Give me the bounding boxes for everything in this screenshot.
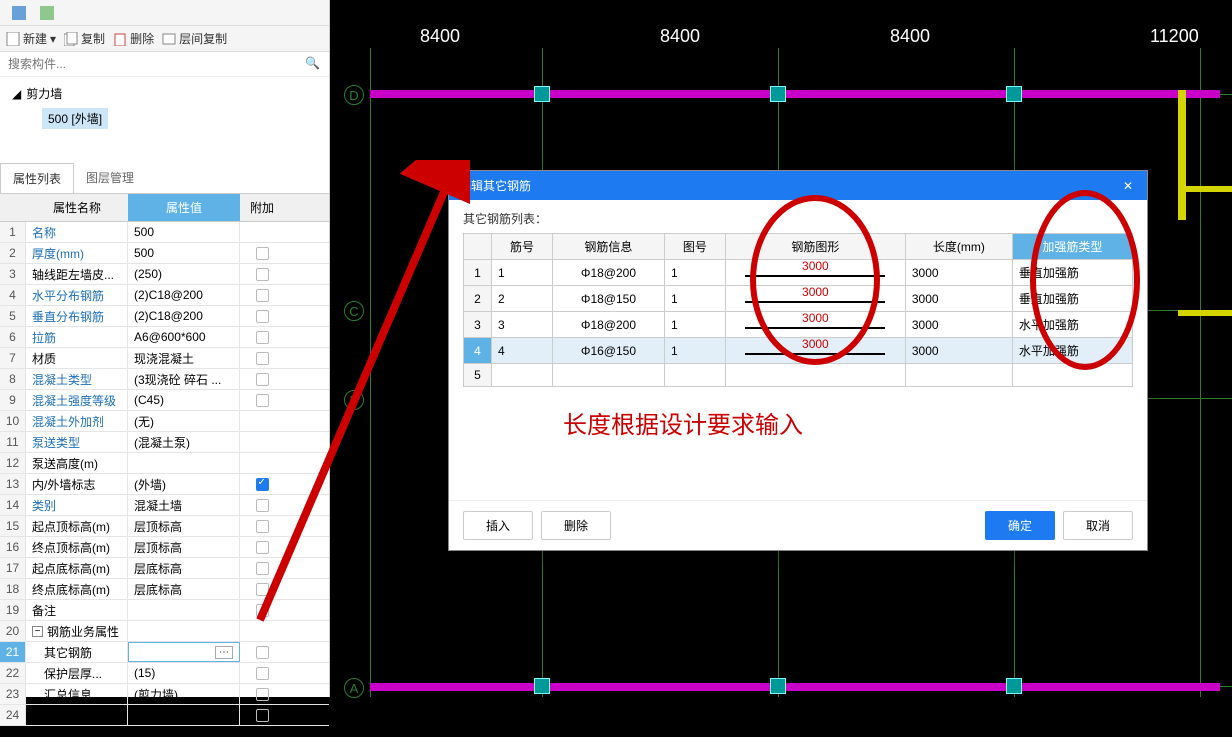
- dialog-caption: 其它钢筋列表：: [463, 210, 1133, 227]
- delete-button[interactable]: 删除: [113, 30, 154, 47]
- ok-button[interactable]: 确定: [985, 511, 1055, 540]
- checkbox[interactable]: [256, 562, 269, 575]
- checkbox[interactable]: [256, 541, 269, 554]
- prop-row[interactable]: 16终点顶标高(m)层顶标高: [0, 537, 329, 558]
- table-row[interactable]: 44Φ16@150130003000水平加强筋: [464, 338, 1133, 364]
- checkbox[interactable]: [256, 583, 269, 596]
- edit-rebar-dialog: 编辑其它钢筋 ✕ 其它钢筋列表： 筋号 钢筋信息 图号 钢筋图形 长度(mm) …: [448, 170, 1148, 551]
- dim-label: 11200: [1150, 26, 1199, 47]
- axis-label: C: [344, 301, 364, 321]
- tab-properties[interactable]: 属性列表: [0, 163, 74, 193]
- cancel-button[interactable]: 取消: [1063, 511, 1133, 540]
- table-row[interactable]: 5: [464, 364, 1133, 387]
- rebar-table[interactable]: 筋号 钢筋信息 图号 钢筋图形 长度(mm) 加强筋类型 11Φ18@20013…: [463, 233, 1133, 387]
- prop-row[interactable]: 17起点底标高(m)层底标高: [0, 558, 329, 579]
- checkbox[interactable]: [256, 709, 269, 722]
- delete-button[interactable]: 删除: [541, 511, 611, 540]
- prop-row[interactable]: 9混凝土强度等级(C45): [0, 390, 329, 411]
- prop-row[interactable]: 6拉筋A6@600*600: [0, 327, 329, 348]
- prop-row[interactable]: 3轴线距左墙皮...(250): [0, 264, 329, 285]
- checkbox[interactable]: [256, 352, 269, 365]
- tree-child[interactable]: 500 [外墙]: [42, 108, 108, 129]
- prop-row[interactable]: 4水平分布钢筋(2)C18@200: [0, 285, 329, 306]
- prop-row[interactable]: 2厚度(mm)500: [0, 243, 329, 264]
- prop-row[interactable]: 5垂直分布钢筋(2)C18@200: [0, 306, 329, 327]
- checkbox[interactable]: [256, 499, 269, 512]
- dim-label: 8400: [890, 26, 930, 47]
- mini-toolbar: [0, 0, 329, 26]
- checkbox[interactable]: [256, 667, 269, 680]
- prop-row[interactable]: 23汇总信息(剪力墙): [0, 684, 329, 705]
- close-icon[interactable]: ✕: [1123, 179, 1137, 193]
- checkbox[interactable]: [256, 520, 269, 533]
- prop-row[interactable]: 20−钢筋业务属性: [0, 621, 329, 642]
- toolbar: 新建 ▾ 复制 删除 层间复制: [0, 26, 329, 52]
- table-row[interactable]: 33Φ18@200130003000水平加强筋: [464, 312, 1133, 338]
- checkbox[interactable]: [256, 478, 269, 491]
- checkbox[interactable]: [256, 373, 269, 386]
- prop-row[interactable]: 19备注: [0, 600, 329, 621]
- checkbox[interactable]: [256, 688, 269, 701]
- layercopy-button[interactable]: 层间复制: [162, 30, 227, 47]
- prop-row[interactable]: 22保护层厚...(15): [0, 663, 329, 684]
- prop-row[interactable]: 1名称500: [0, 222, 329, 243]
- checkbox[interactable]: [256, 604, 269, 617]
- table-row[interactable]: 11Φ18@200130003000垂直加强筋: [464, 260, 1133, 286]
- annotation-text: 长度根据设计要求输入: [463, 387, 1133, 490]
- prop-row[interactable]: 8混凝土类型(3现浇砼 碎石 ...: [0, 369, 329, 390]
- prop-row[interactable]: 18终点底标高(m)层底标高: [0, 579, 329, 600]
- component-tree[interactable]: ◢ 剪力墙 500 [外墙]: [0, 77, 329, 157]
- prop-row[interactable]: 24压墙筋: [0, 705, 329, 726]
- prop-row[interactable]: 12泵送高度(m): [0, 453, 329, 474]
- search-icon[interactable]: 🔍: [305, 56, 321, 72]
- checkbox[interactable]: [256, 289, 269, 302]
- axis-label: A: [344, 678, 364, 698]
- prop-row[interactable]: 14类别混凝土墙: [0, 495, 329, 516]
- prop-row[interactable]: 13内/外墙标志(外墙): [0, 474, 329, 495]
- table-row[interactable]: 22Φ18@150130003000垂直加强筋: [464, 286, 1133, 312]
- tool-icon-2[interactable]: [34, 3, 60, 23]
- prop-row[interactable]: 21其它钢筋 ⋯: [0, 642, 329, 663]
- copy-button[interactable]: 复制: [64, 30, 105, 47]
- axis-label: B: [344, 390, 364, 410]
- axis-label: D: [344, 85, 364, 105]
- prop-row[interactable]: 7材质现浇混凝土: [0, 348, 329, 369]
- checkbox[interactable]: [256, 247, 269, 260]
- checkbox[interactable]: [256, 310, 269, 323]
- new-button[interactable]: 新建 ▾: [6, 30, 56, 47]
- tab-layers[interactable]: 图层管理: [74, 163, 146, 193]
- checkbox[interactable]: [256, 646, 269, 659]
- dialog-title: 编辑其它钢筋: [459, 177, 531, 194]
- checkbox[interactable]: [256, 268, 269, 281]
- dim-label: 8400: [660, 26, 700, 47]
- prop-row[interactable]: 11泵送类型(混凝土泵): [0, 432, 329, 453]
- prop-header: 属性名称 属性值 附加: [0, 194, 329, 222]
- checkbox[interactable]: [256, 331, 269, 344]
- tree-root[interactable]: ◢ 剪力墙: [12, 85, 317, 102]
- search-input[interactable]: [8, 57, 305, 71]
- tool-icon-1[interactable]: [6, 3, 32, 23]
- prop-row[interactable]: 10混凝土外加剂(无): [0, 411, 329, 432]
- dim-label: 8400: [420, 26, 460, 47]
- insert-button[interactable]: 插入: [463, 511, 533, 540]
- checkbox[interactable]: [256, 394, 269, 407]
- prop-row[interactable]: 15起点顶标高(m)层顶标高: [0, 516, 329, 537]
